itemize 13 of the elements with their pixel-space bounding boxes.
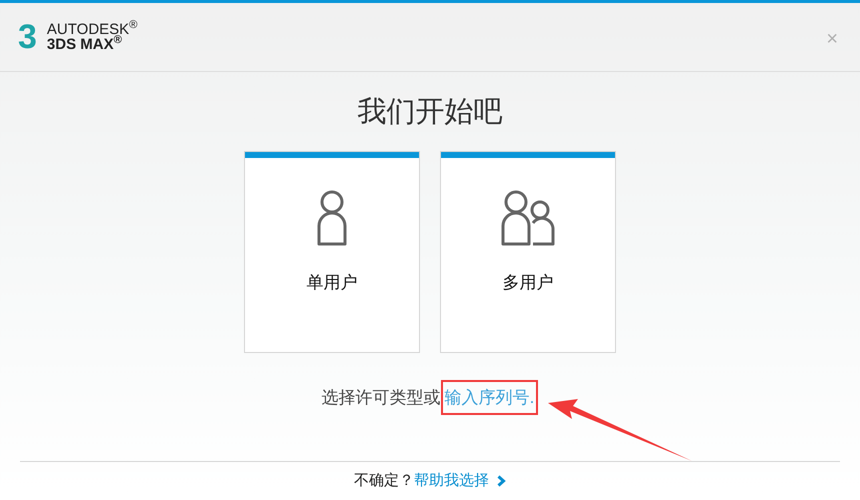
chevron-right-icon bbox=[497, 475, 506, 488]
help-me-choose-link[interactable]: 帮助我选择 bbox=[414, 470, 489, 492]
logo-mark: 3 bbox=[18, 20, 37, 54]
unsure-text: 不确定？ bbox=[354, 471, 414, 491]
product-name: 3DS MAX$^{®}$ bbox=[46, 37, 122, 52]
serial-number-link[interactable]: 输入序列号. bbox=[444, 388, 534, 406]
license-option-card[interactable]: 单用户 bbox=[245, 152, 419, 352]
license-option-card[interactable]: 多用户 bbox=[441, 152, 615, 352]
person-icon bbox=[316, 190, 348, 246]
page-title: 我们开始吧 bbox=[358, 93, 502, 130]
two-people-icon bbox=[501, 190, 555, 246]
prompt-text: 选择许可类型或 bbox=[322, 386, 441, 408]
close-button[interactable]: × bbox=[826, 29, 838, 49]
